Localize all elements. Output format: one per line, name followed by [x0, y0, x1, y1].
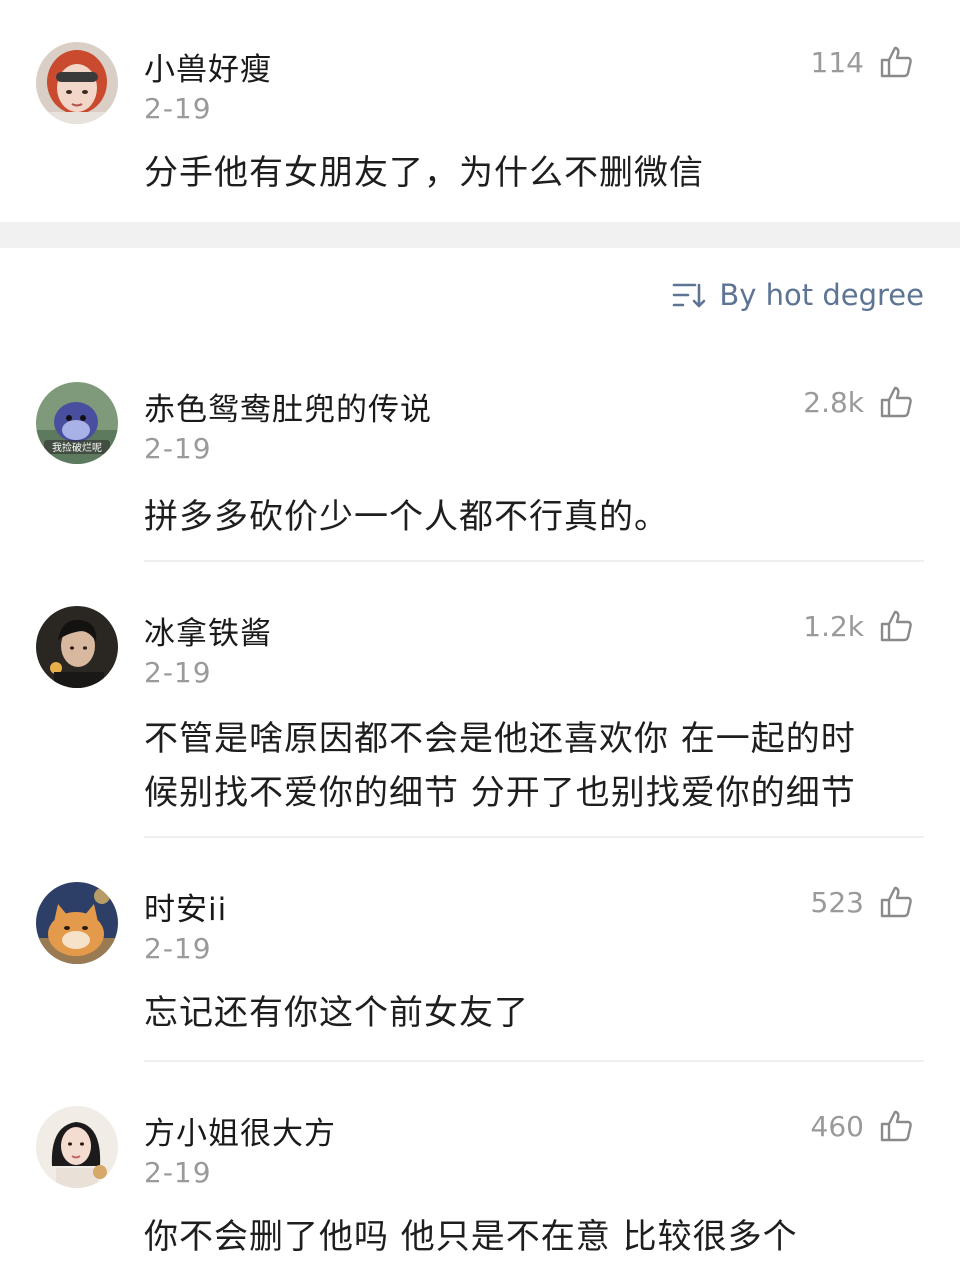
avatar-cartoon-seal-image: 我捡破烂呢 — [36, 382, 118, 464]
comment-date: 2-19 — [144, 432, 212, 465]
avatar-caption: 我捡破烂呢 — [52, 441, 102, 454]
like-count: 460 — [810, 1109, 864, 1143]
comment-text-line: 候别找不爱你的细节 分开了也别找爱你的细节 — [144, 773, 856, 813]
username[interactable]: 小兽好瘦 — [144, 44, 272, 89]
comment-text: 不管是啥原因都不会是他还喜欢你 在一起的时 候别找不爱你的细节 分开了也别找爱你… — [144, 712, 924, 820]
like-count: 1.2k — [803, 609, 864, 643]
avatar[interactable] — [36, 42, 118, 124]
thumbs-up-icon — [878, 44, 914, 80]
comment-text: 你不会删了他吗 他只是不在意 比较很多个 — [144, 1217, 798, 1257]
avatar[interactable] — [36, 882, 118, 964]
like-count: 2.8k — [803, 385, 864, 419]
comment-date: 2-19 — [144, 92, 212, 125]
comment-date: 2-19 — [144, 932, 212, 965]
comment-text: 拼多多砍价少一个人都不行真的。 — [144, 497, 669, 537]
username[interactable]: 时安ii — [144, 884, 227, 929]
avatar[interactable]: 我捡破烂呢 — [36, 382, 118, 464]
sort-lines-icon — [671, 279, 709, 311]
avatar[interactable] — [36, 1106, 118, 1188]
thumbs-up-icon — [878, 384, 914, 420]
sort-by-hot-button[interactable]: By hot degree — [671, 278, 924, 312]
username[interactable]: 冰拿铁酱 — [144, 608, 272, 653]
avatar[interactable] — [36, 606, 118, 688]
section-separator — [0, 222, 960, 248]
like-button[interactable]: 523 — [811, 884, 914, 920]
comment-text-line: 不管是啥原因都不会是他还喜欢你 在一起的时 — [144, 719, 856, 759]
like-count: 114 — [810, 45, 864, 79]
avatar-young-man-image — [36, 606, 118, 688]
like-button[interactable]: 114 — [811, 44, 914, 80]
comment-date: 2-19 — [144, 656, 212, 689]
username[interactable]: 方小姐很大方 — [144, 1108, 336, 1153]
thumbs-up-icon — [878, 884, 914, 920]
like-count: 523 — [810, 885, 864, 919]
divider — [144, 560, 924, 562]
thumbs-up-icon — [878, 1108, 914, 1144]
avatar-helmet-girl-image — [36, 42, 118, 124]
avatar-orange-cat-image — [36, 882, 118, 964]
divider — [144, 1060, 924, 1062]
comment-text: 忘记还有你这个前女友了 — [144, 993, 529, 1033]
divider — [144, 836, 924, 838]
sort-label: By hot degree — [719, 278, 924, 312]
thumbs-up-icon — [878, 608, 914, 644]
comment-text: 分手他有女朋友了，为什么不删微信 — [144, 153, 704, 193]
avatar-woman-portrait-image — [36, 1106, 118, 1188]
comment-date: 2-19 — [144, 1156, 212, 1189]
like-button[interactable]: 1.2k — [803, 608, 914, 644]
like-button[interactable]: 2.8k — [803, 384, 914, 420]
like-button[interactable]: 460 — [811, 1108, 914, 1144]
username[interactable]: 赤色鸳鸯肚兜的传说 — [144, 384, 432, 429]
